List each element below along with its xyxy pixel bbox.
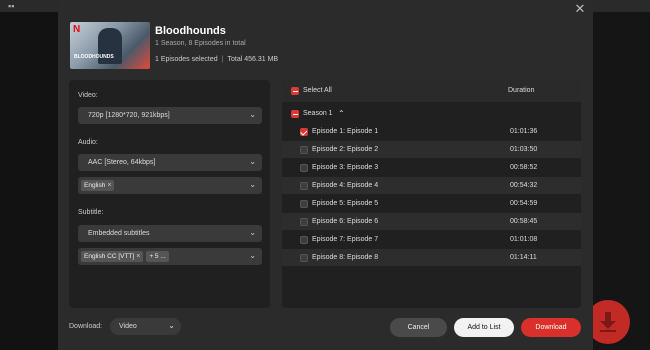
download-type-label: Download:	[69, 323, 103, 330]
download-button[interactable]: Download	[521, 318, 581, 337]
show-subtitle: 1 Season, 8 Episodes in total	[155, 40, 246, 47]
episode-duration: 00:58:45	[510, 217, 538, 225]
episode-duration: 01:03:50	[510, 145, 538, 153]
subtitle-language-chip-label: English CC [VTT]	[84, 253, 135, 260]
episode-row[interactable]: Episode 5: Episode 5 00:54:59	[282, 195, 581, 212]
chevron-down-icon: ⌄	[249, 110, 256, 119]
episode-row[interactable]: Episode 7: Episode 7 01:01:08	[282, 231, 581, 248]
episode-duration: 00:54:59	[510, 199, 538, 207]
episode-title: Episode 2: Episode 2	[312, 145, 379, 153]
episode-checkbox[interactable]	[300, 199, 308, 208]
poster-caption: BLOODHOUNDS	[74, 54, 114, 60]
selected-count: 1 Episodes selected	[155, 56, 218, 63]
season-checkbox[interactable]	[291, 110, 299, 118]
episode-checkbox[interactable]	[300, 163, 308, 172]
episode-row[interactable]: Episode 4: Episode 4 00:54:32	[282, 177, 581, 194]
episode-duration: 01:14:11	[510, 253, 537, 261]
episode-row[interactable]: Episode 3: Episode 3 00:58:52	[282, 159, 581, 176]
select-all-checkbox[interactable]	[291, 87, 299, 95]
episode-title: Episode 6: Episode 6	[312, 217, 379, 225]
episode-duration: 00:58:52	[510, 163, 538, 171]
remove-chip-icon[interactable]: ×	[107, 182, 111, 189]
episode-row[interactable]: Episode 8: Episode 8 01:14:11	[282, 249, 581, 266]
episode-duration: 00:54:32	[510, 181, 538, 189]
episode-checkbox[interactable]	[300, 127, 308, 136]
total-size: Total 456.31 MB	[227, 56, 279, 63]
info-separator: |	[221, 56, 224, 63]
episode-title: Episode 4: Episode 4	[312, 181, 379, 189]
subtitle-type-select[interactable]: Embedded subtitles ⌄	[78, 225, 262, 242]
episode-title: Episode 8: Episode 8	[312, 253, 379, 261]
background-app-icon: ▪▪	[8, 1, 15, 11]
episode-list-header: Select All Duration	[282, 80, 581, 102]
subtitle-label: Subtitle:	[78, 209, 104, 216]
episode-checkbox[interactable]	[300, 181, 308, 190]
episode-checkbox[interactable]	[300, 145, 308, 154]
chevron-up-icon[interactable]: ⌃	[338, 109, 345, 118]
audio-select[interactable]: AAC [Stereo, 64kbps] ⌄	[78, 154, 262, 171]
episode-duration: 01:01:08	[510, 235, 538, 243]
chevron-down-icon: ⌄	[168, 321, 175, 330]
episode-duration: 01:01:36	[510, 127, 538, 135]
episode-checkbox[interactable]	[300, 235, 308, 244]
audio-value: AAC [Stereo, 64kbps]	[88, 159, 156, 166]
netflix-logo: N	[73, 24, 81, 35]
video-quality-value: 720p [1280*720, 921kbps]	[88, 112, 170, 119]
show-header: N BLOODHOUNDS Bloodhounds 1 Season, 8 Ep…	[70, 22, 575, 70]
chevron-down-icon: ⌄	[249, 157, 256, 166]
duration-header: Duration	[508, 87, 535, 94]
download-type-value: Video	[119, 323, 137, 330]
select-all-label[interactable]: Select All	[303, 87, 332, 94]
show-title: Bloodhounds	[155, 25, 226, 37]
cancel-button[interactable]: Cancel	[390, 318, 447, 337]
chevron-down-icon: ⌄	[249, 180, 256, 189]
subtitle-language-select[interactable]: English CC [VTT] × + 5 ... ⌄	[78, 248, 262, 265]
chevron-down-icon: ⌄	[249, 251, 256, 260]
episode-title: Episode 5: Episode 5	[312, 199, 379, 207]
subtitle-type-value: Embedded subtitles	[88, 230, 150, 237]
episode-row[interactable]: Episode 1: Episode 1 01:01:36	[282, 123, 581, 140]
close-icon[interactable]: ✕	[573, 2, 587, 16]
subtitle-more-chip[interactable]: + 5 ...	[146, 251, 169, 262]
episode-row[interactable]: Episode 6: Episode 6 00:58:45	[282, 213, 581, 230]
subtitle-language-chip: English CC [VTT] ×	[81, 251, 144, 262]
episode-checkbox[interactable]	[300, 253, 308, 262]
video-label: Video:	[78, 92, 98, 99]
season-label[interactable]: Season 1	[303, 110, 333, 117]
chevron-down-icon: ⌄	[249, 228, 256, 237]
download-type-select[interactable]: Video ⌄	[110, 318, 181, 335]
background-right-area	[593, 12, 650, 350]
audio-language-chip: English ×	[81, 180, 115, 191]
episode-list-panel: Select All Duration Season 1 ⌃ Episode 1…	[282, 80, 581, 308]
episode-checkbox[interactable]	[300, 217, 308, 226]
episode-title: Episode 7: Episode 7	[312, 235, 379, 243]
audio-language-select[interactable]: English × ⌄	[78, 177, 262, 194]
download-dialog: ✕ N BLOODHOUNDS Bloodhounds 1 Season, 8 …	[58, 0, 593, 350]
episode-title: Episode 1: Episode 1	[312, 127, 379, 135]
audio-label: Audio:	[78, 139, 98, 146]
background-left-area	[0, 12, 58, 350]
download-arrow-icon	[600, 312, 616, 332]
episode-row[interactable]: Episode 2: Episode 2 01:03:50	[282, 141, 581, 158]
episode-title: Episode 3: Episode 3	[312, 163, 379, 171]
options-panel: Video: 720p [1280*720, 921kbps] ⌄ Audio:…	[69, 80, 270, 308]
video-quality-select[interactable]: 720p [1280*720, 921kbps] ⌄	[78, 107, 262, 124]
remove-chip-icon[interactable]: ×	[136, 253, 140, 260]
selection-info: 1 Episodes selected | Total 456.31 MB	[155, 56, 278, 63]
add-to-list-button[interactable]: Add to List	[454, 318, 514, 337]
show-poster: N BLOODHOUNDS	[70, 22, 150, 69]
audio-language-chip-label: English	[84, 182, 106, 189]
